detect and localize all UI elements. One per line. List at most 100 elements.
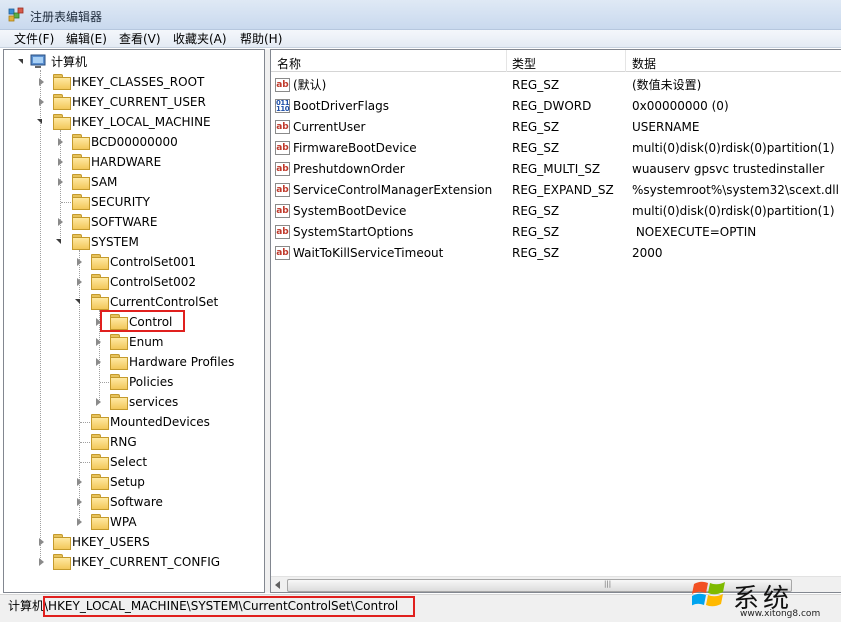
tree-item-hkey-users[interactable]: HKEY_USERS bbox=[4, 532, 264, 552]
tree-item-system[interactable]: SYSTEM bbox=[4, 232, 264, 252]
menu-favorites[interactable]: 收藏夹(A) bbox=[173, 32, 227, 46]
tree-label: Hardware Profiles bbox=[129, 355, 235, 369]
expand-arrow-icon[interactable] bbox=[77, 478, 82, 486]
expand-arrow-icon[interactable] bbox=[77, 498, 82, 506]
expand-arrow-icon[interactable] bbox=[77, 278, 82, 286]
list-row[interactable]: ab SystemStartOptions REG_SZ NOEXECUTE=O… bbox=[271, 222, 841, 243]
tree-item-policies[interactable]: Policies bbox=[4, 372, 264, 392]
value-data: NOEXECUTE=OPTIN bbox=[632, 225, 757, 239]
expand-arrow-icon[interactable] bbox=[58, 218, 63, 226]
expand-arrow-icon[interactable] bbox=[96, 358, 101, 366]
expand-arrow-icon[interactable] bbox=[39, 538, 44, 546]
tree-label: ControlSet002 bbox=[110, 275, 196, 289]
watermark-url: www.xitong8.com bbox=[740, 609, 821, 619]
list-row[interactable]: ab (默认) REG_SZ (数值未设置) bbox=[271, 75, 841, 96]
registry-tree[interactable]: 计算机 HKEY_CLASSES_ROOT HKEY_CURRENT_USER … bbox=[3, 49, 265, 593]
menu-file[interactable]: 文件(F) bbox=[14, 32, 54, 46]
tree-label: HKEY_CLASSES_ROOT bbox=[72, 75, 205, 89]
folder-icon bbox=[110, 354, 128, 370]
column-header-name[interactable]: 名称 bbox=[277, 55, 301, 72]
value-type: REG_EXPAND_SZ bbox=[512, 183, 614, 197]
list-row[interactable]: ab CurrentUser REG_SZ USERNAME bbox=[271, 117, 841, 138]
list-row[interactable]: ab ServiceControlManagerExtension REG_EX… bbox=[271, 180, 841, 201]
expand-arrow-icon[interactable] bbox=[77, 518, 82, 526]
tree-item-services[interactable]: services bbox=[4, 392, 264, 412]
expand-arrow-icon[interactable] bbox=[37, 119, 42, 124]
value-type: REG_SZ bbox=[512, 225, 560, 239]
tree-item-hkey-current-user[interactable]: HKEY_CURRENT_USER bbox=[4, 92, 264, 112]
tree-item-computer[interactable]: 计算机 bbox=[4, 52, 264, 72]
tree-item-controlset002[interactable]: ControlSet002 bbox=[4, 272, 264, 292]
expand-arrow-icon[interactable] bbox=[39, 98, 44, 106]
expand-arrow-icon[interactable] bbox=[39, 78, 44, 86]
tree-label: SOFTWARE bbox=[91, 215, 158, 229]
folder-icon bbox=[91, 474, 109, 490]
expand-arrow-icon[interactable] bbox=[39, 558, 44, 566]
tree-item-software[interactable]: SOFTWARE bbox=[4, 212, 264, 232]
tree-label: SECURITY bbox=[91, 195, 150, 209]
tree-item-bcd[interactable]: BCD00000000 bbox=[4, 132, 264, 152]
tree-item-setup[interactable]: Setup bbox=[4, 472, 264, 492]
menu-edit[interactable]: 编辑(E) bbox=[66, 32, 107, 46]
menu-view[interactable]: 查看(V) bbox=[119, 32, 161, 46]
tree-item-hardware[interactable]: HARDWARE bbox=[4, 152, 264, 172]
values-list[interactable]: 名称 类型 数据 ab (默认) REG_SZ (数值未设置) 011 110 B… bbox=[270, 49, 841, 593]
tree-guide bbox=[80, 422, 90, 423]
watermark-logo: 系统 www.xitong8.com bbox=[688, 572, 841, 622]
tree-item-currentcontrolset[interactable]: CurrentControlSet bbox=[4, 292, 264, 312]
tree-label: MountedDevices bbox=[110, 415, 210, 429]
scroll-left-arrow-icon[interactable] bbox=[275, 581, 280, 589]
list-row[interactable]: ab PreshutdownOrder REG_MULTI_SZ wuauser… bbox=[271, 159, 841, 180]
tree-item-sam[interactable]: SAM bbox=[4, 172, 264, 192]
expand-arrow-icon[interactable] bbox=[58, 138, 63, 146]
tree-item-controlset001[interactable]: ControlSet001 bbox=[4, 252, 264, 272]
value-type: REG_MULTI_SZ bbox=[512, 162, 601, 176]
tree-item-software-sub[interactable]: Software bbox=[4, 492, 264, 512]
tree-item-hkey-local-machine[interactable]: HKEY_LOCAL_MACHINE bbox=[4, 112, 264, 132]
expand-arrow-icon[interactable] bbox=[56, 239, 61, 244]
list-row[interactable]: 011 110 BootDriverFlags REG_DWORD 0x00000… bbox=[271, 96, 841, 117]
tree-label: BCD00000000 bbox=[91, 135, 178, 149]
tree-item-hkey-current-config[interactable]: HKEY_CURRENT_CONFIG bbox=[4, 552, 264, 572]
tree-label: Setup bbox=[110, 475, 145, 489]
tree-label: CurrentControlSet bbox=[110, 295, 219, 309]
tree-item-enum[interactable]: Enum bbox=[4, 332, 264, 352]
value-name: BootDriverFlags bbox=[293, 99, 390, 113]
value-data: 0x00000000 (0) bbox=[632, 99, 729, 113]
expand-arrow-icon[interactable] bbox=[77, 258, 82, 266]
tree-item-select[interactable]: Select bbox=[4, 452, 264, 472]
folder-icon bbox=[72, 174, 90, 190]
folder-icon bbox=[72, 194, 90, 210]
value-name: SystemStartOptions bbox=[293, 225, 414, 239]
tree-label: HKEY_CURRENT_CONFIG bbox=[72, 555, 221, 569]
value-data: wuauserv gpsvc trustedinstaller bbox=[632, 162, 825, 176]
list-row[interactable]: ab WaitToKillServiceTimeout REG_SZ 2000 bbox=[271, 243, 841, 264]
column-divider[interactable] bbox=[625, 50, 626, 72]
expand-arrow-icon[interactable] bbox=[58, 158, 63, 166]
expand-arrow-icon[interactable] bbox=[96, 398, 101, 406]
tree-item-security[interactable]: SECURITY bbox=[4, 192, 264, 212]
expand-arrow-icon[interactable] bbox=[18, 59, 23, 64]
menu-help[interactable]: 帮助(H) bbox=[240, 32, 282, 46]
path-highlight-box bbox=[43, 596, 415, 617]
column-header-type[interactable]: 类型 bbox=[512, 55, 536, 72]
column-header-data[interactable]: 数据 bbox=[632, 55, 656, 72]
tree-item-hardware-profiles[interactable]: Hardware Profiles bbox=[4, 352, 264, 372]
folder-icon bbox=[91, 414, 109, 430]
expand-arrow-icon[interactable] bbox=[58, 178, 63, 186]
tree-item-hkey-classes-root[interactable]: HKEY_CLASSES_ROOT bbox=[4, 72, 264, 92]
tree-item-rng[interactable]: RNG bbox=[4, 432, 264, 452]
column-divider[interactable] bbox=[506, 50, 507, 72]
list-row[interactable]: ab FirmwareBootDevice REG_SZ multi(0)dis… bbox=[271, 138, 841, 159]
tree-item-wpa[interactable]: WPA bbox=[4, 512, 264, 532]
list-row[interactable]: ab SystemBootDevice REG_SZ multi(0)disk(… bbox=[271, 201, 841, 222]
expand-arrow-icon[interactable] bbox=[75, 299, 80, 304]
folder-icon bbox=[72, 154, 90, 170]
value-data: multi(0)disk(0)rdisk(0)partition(1) bbox=[632, 204, 835, 218]
tree-item-mounteddevices[interactable]: MountedDevices bbox=[4, 412, 264, 432]
value-type: REG_SZ bbox=[512, 204, 560, 218]
string-value-icon: ab bbox=[275, 225, 290, 239]
expand-arrow-icon[interactable] bbox=[96, 338, 101, 346]
title-bar: 注册表编辑器 bbox=[0, 0, 841, 30]
value-type: REG_SZ bbox=[512, 246, 560, 260]
